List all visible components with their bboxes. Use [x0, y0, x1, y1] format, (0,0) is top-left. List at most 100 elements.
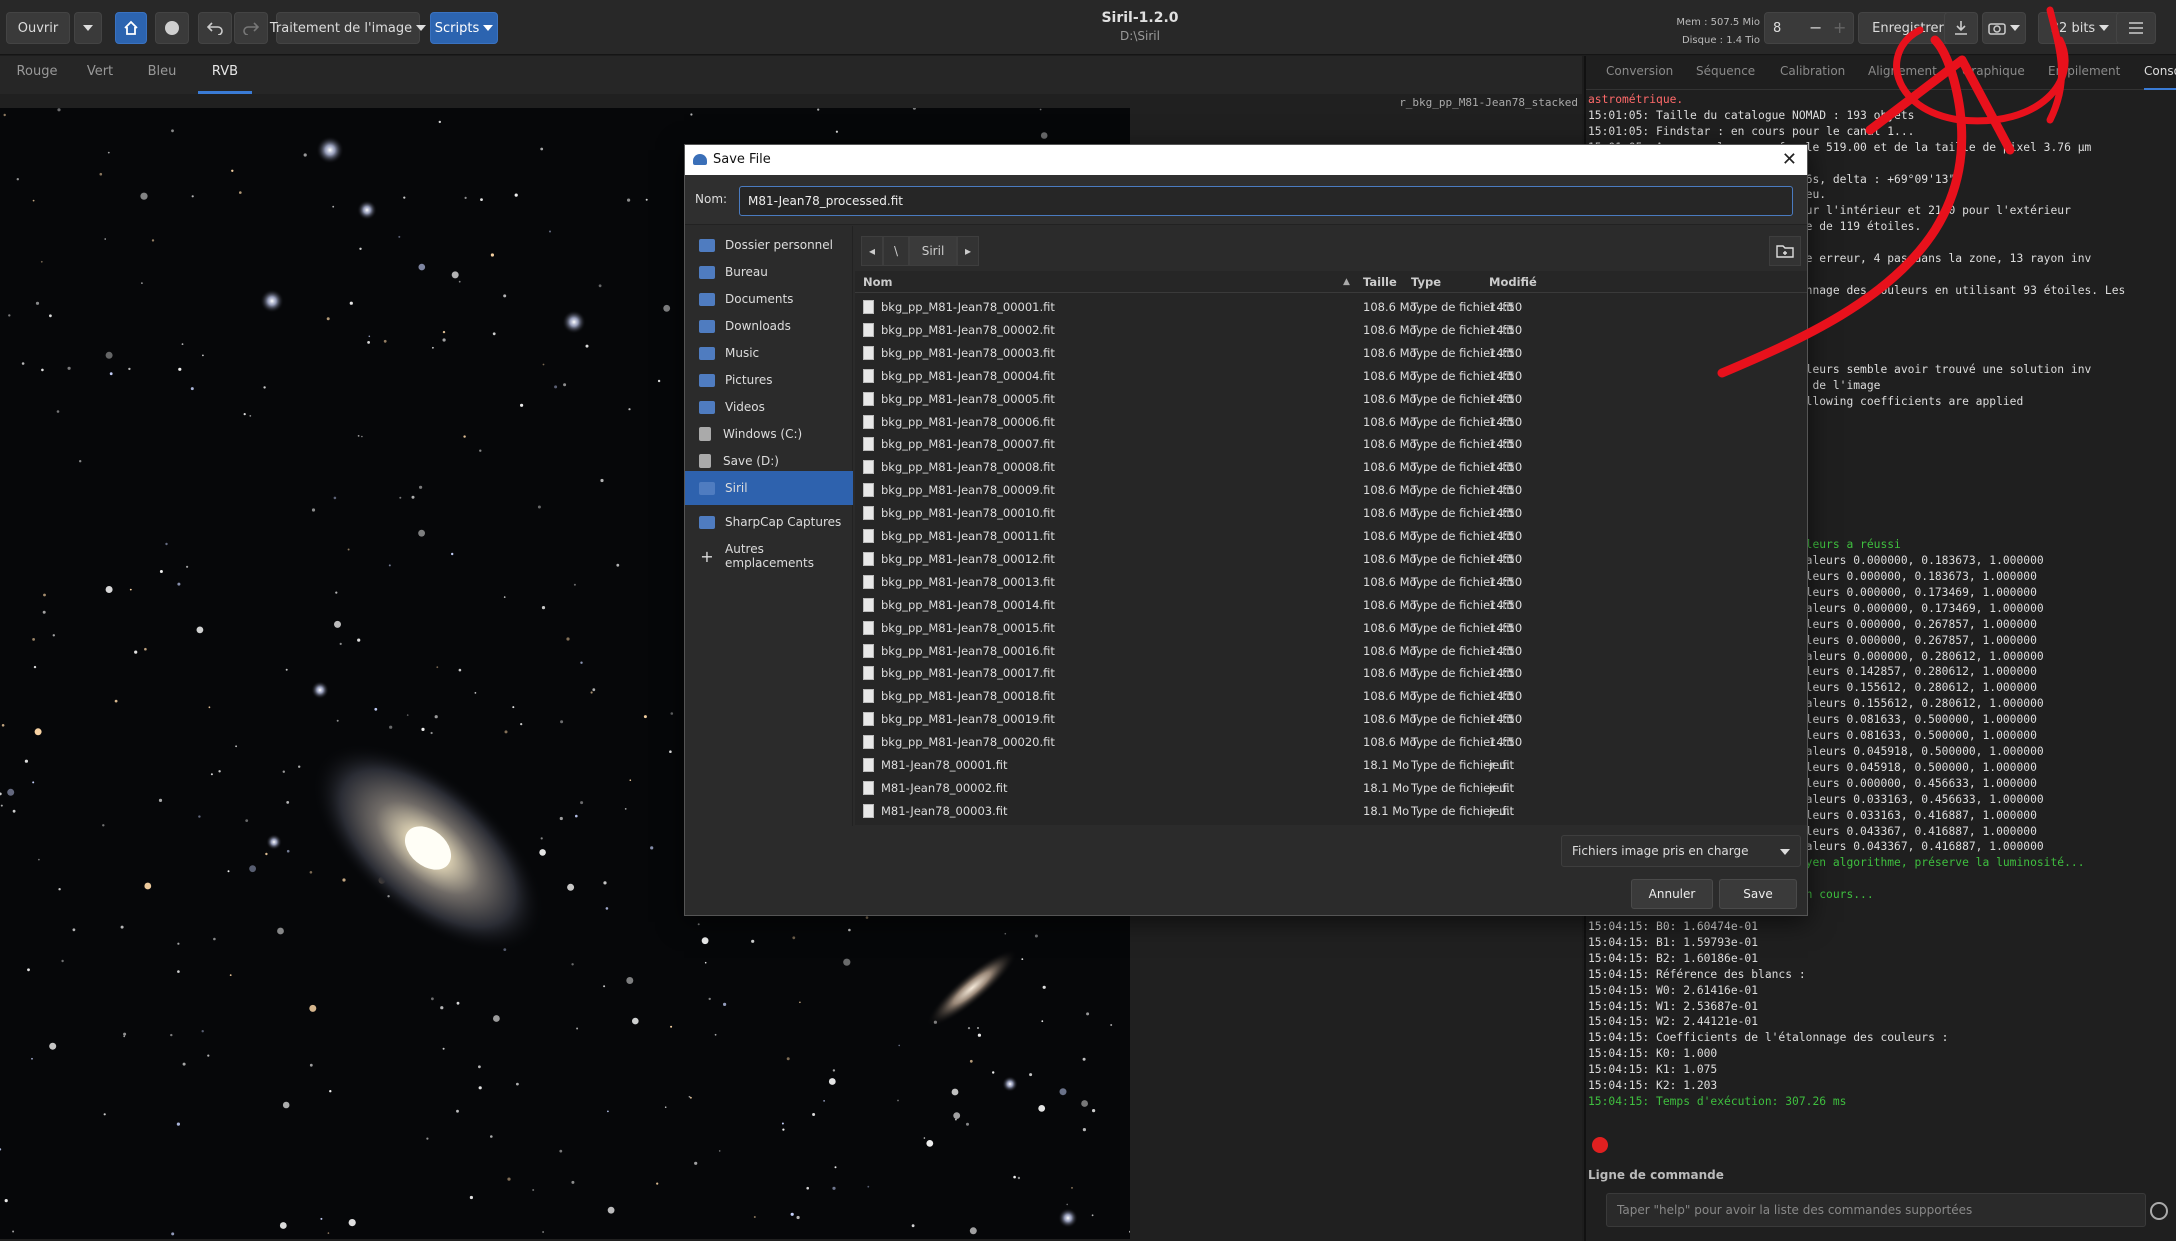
tab-red[interactable]: Rouge — [14, 56, 60, 94]
star — [134, 650, 138, 654]
file-row[interactable]: bkg_pp_M81-Jean78_00003.fit 108.6 Mo Type … — [855, 341, 1807, 364]
stop-indicator-icon[interactable] — [1592, 1137, 1608, 1153]
file-icon — [863, 666, 874, 681]
open-button[interactable]: Ouvrir — [6, 12, 70, 44]
home-icon — [124, 20, 138, 35]
console-line: 15:04:15: K1: 1.075 — [1588, 1063, 1718, 1077]
star — [190, 387, 194, 391]
place-item[interactable]: Siril — [685, 471, 853, 505]
column-type[interactable]: Type — [1411, 275, 1441, 289]
star — [832, 1186, 836, 1190]
home-button[interactable] — [115, 12, 147, 44]
save-as-button[interactable] — [1944, 12, 1978, 44]
star — [426, 1137, 429, 1140]
star — [430, 731, 433, 735]
path-current-button[interactable]: Siril — [909, 236, 957, 266]
tab-conversion[interactable]: Conversion — [1606, 56, 1673, 90]
file-row[interactable]: bkg_pp_M81-Jean78_00017.fit 108.6 Mo Type … — [855, 661, 1807, 684]
file-row[interactable]: bkg_pp_M81-Jean78_00010.fit 108.6 Mo Type … — [855, 501, 1807, 524]
star — [210, 773, 213, 776]
path-back-button[interactable]: ◂ — [861, 236, 883, 266]
snapshot-button[interactable] — [1982, 12, 2026, 44]
tab-console[interactable]: Console — [2144, 56, 2176, 90]
place-item[interactable]: + Autres emplacements — [685, 539, 853, 573]
console-line: 15:01:05: Taille du catalogue NOMAD : 19… — [1588, 108, 1915, 122]
star — [431, 997, 434, 1001]
tab-sequence[interactable]: Séquence — [1696, 56, 1755, 90]
file-row[interactable]: bkg_pp_M81-Jean78_00016.fit 108.6 Mo Type … — [855, 639, 1807, 662]
command-input[interactable]: Taper "help" pour avoir la liste des com… — [1606, 1193, 2146, 1227]
file-row[interactable]: bkg_pp_M81-Jean78_00001.fit 108.6 Mo Type … — [855, 295, 1807, 318]
star — [469, 1195, 473, 1200]
undo-button[interactable] — [198, 12, 232, 44]
file-row[interactable]: bkg_pp_M81-Jean78_00008.fit 108.6 Mo Type … — [855, 455, 1807, 478]
star — [657, 379, 661, 383]
column-modified[interactable]: Modifié — [1489, 275, 1537, 289]
star — [357, 435, 360, 437]
bit-depth-menu[interactable]: 32 bits — [2038, 12, 2122, 44]
open-recent-dropdown[interactable] — [74, 12, 102, 44]
column-name[interactable]: Nom — [863, 275, 893, 289]
star — [24, 759, 28, 763]
file-row[interactable]: bkg_pp_M81-Jean78_00018.fit 108.6 Mo Type … — [855, 684, 1807, 707]
image-processing-menu[interactable]: Traitement de l'image — [270, 12, 427, 44]
file-name: bkg_pp_M81-Jean78_00002.fit — [881, 322, 1055, 337]
tab-calibration[interactable]: Calibration — [1780, 56, 1845, 90]
file-row[interactable]: bkg_pp_M81-Jean78_00007.fit 108.6 Mo Type … — [855, 432, 1807, 455]
star — [514, 193, 518, 197]
save-button[interactable]: Enregistrer — [1858, 12, 1958, 44]
filename-input[interactable]: M81-Jean78_processed.fit — [739, 186, 1793, 216]
file-row[interactable]: bkg_pp_M81-Jean78_00005.fit 108.6 Mo Type … — [855, 387, 1807, 410]
tab-graph[interactable]: Graphique — [1962, 56, 2025, 90]
right-tabs: Conversion Séquence Calibration Aligneme… — [1586, 56, 2176, 90]
tab-alignment[interactable]: Alignement — [1868, 56, 1937, 90]
plus-icon[interactable]: + — [1833, 18, 1846, 37]
main-menu-button[interactable] — [2116, 12, 2156, 44]
file-row[interactable]: bkg_pp_M81-Jean78_00004.fit 108.6 Mo Type … — [855, 364, 1807, 387]
thread-spinner[interactable]: 8 − + — [1764, 12, 1854, 44]
star — [263, 386, 266, 389]
file-row[interactable]: bkg_pp_M81-Jean78_00009.fit 108.6 Mo Type … — [855, 478, 1807, 501]
file-row[interactable]: M81-Jean78_00002.fit 18.1 Mo Type de fichi… — [855, 776, 1807, 799]
column-size[interactable]: Taille — [1363, 275, 1397, 289]
dialog-save-button[interactable]: Save — [1719, 879, 1797, 909]
star — [701, 937, 709, 945]
tab-green[interactable]: Vert — [82, 56, 118, 94]
star — [992, 1071, 995, 1074]
tab-stacking[interactable]: Empilement — [2048, 56, 2120, 90]
file-type-filter[interactable]: Fichiers image pris en charge — [1561, 835, 1801, 867]
file-row[interactable]: M81-Jean78_00001.fit 18.1 Mo Type de fichi… — [855, 753, 1807, 776]
file-row[interactable]: M81-Jean78_00003.fit 18.1 Mo Type de fichi… — [855, 799, 1807, 822]
redo-button[interactable] — [234, 12, 268, 44]
file-list[interactable]: Nom ▲ Taille Type Modifié bkg_pp_M81-Jea… — [855, 271, 1807, 825]
close-icon[interactable]: ✕ — [1782, 145, 1797, 175]
file-row[interactable]: bkg_pp_M81-Jean78_00002.fit 108.6 Mo Type … — [855, 318, 1807, 341]
path-forward-button[interactable]: ▸ — [957, 236, 979, 266]
tab-rgb[interactable]: RVB — [198, 56, 252, 94]
star — [329, 1090, 332, 1093]
file-row[interactable]: bkg_pp_M81-Jean78_00015.fit 108.6 Mo Type … — [855, 616, 1807, 639]
file-row[interactable]: bkg_pp_M81-Jean78_00011.fit 108.6 Mo Type … — [855, 524, 1807, 547]
live-stack-button[interactable] — [155, 12, 189, 44]
star — [12, 1230, 15, 1233]
star — [799, 1001, 801, 1004]
path-root-button[interactable]: \ — [883, 236, 909, 266]
scripts-menu[interactable]: Scripts — [430, 12, 498, 44]
file-row[interactable]: bkg_pp_M81-Jean78_00014.fit 108.6 Mo Type … — [855, 593, 1807, 616]
place-item[interactable]: SharpCap Captures — [685, 505, 853, 539]
minus-icon[interactable]: − — [1809, 18, 1822, 37]
star — [474, 692, 477, 694]
file-row[interactable]: bkg_pp_M81-Jean78_00012.fit 108.6 Mo Type … — [855, 547, 1807, 570]
star — [480, 198, 483, 201]
star — [806, 1186, 809, 1190]
file-row[interactable]: bkg_pp_M81-Jean78_00020.fit 108.6 Mo Type … — [855, 730, 1807, 753]
file-row[interactable]: bkg_pp_M81-Jean78_00013.fit 108.6 Mo Type … — [855, 570, 1807, 593]
tab-blue[interactable]: Bleu — [142, 56, 182, 94]
help-icon[interactable] — [2150, 1202, 2168, 1220]
star — [714, 1033, 717, 1036]
star — [201, 1030, 204, 1033]
file-row[interactable]: bkg_pp_M81-Jean78_00019.fit 108.6 Mo Type … — [855, 707, 1807, 730]
cancel-button[interactable]: Annuler — [1631, 879, 1713, 909]
file-row[interactable]: bkg_pp_M81-Jean78_00006.fit 108.6 Mo Type … — [855, 410, 1807, 433]
new-folder-button[interactable] — [1769, 236, 1801, 266]
